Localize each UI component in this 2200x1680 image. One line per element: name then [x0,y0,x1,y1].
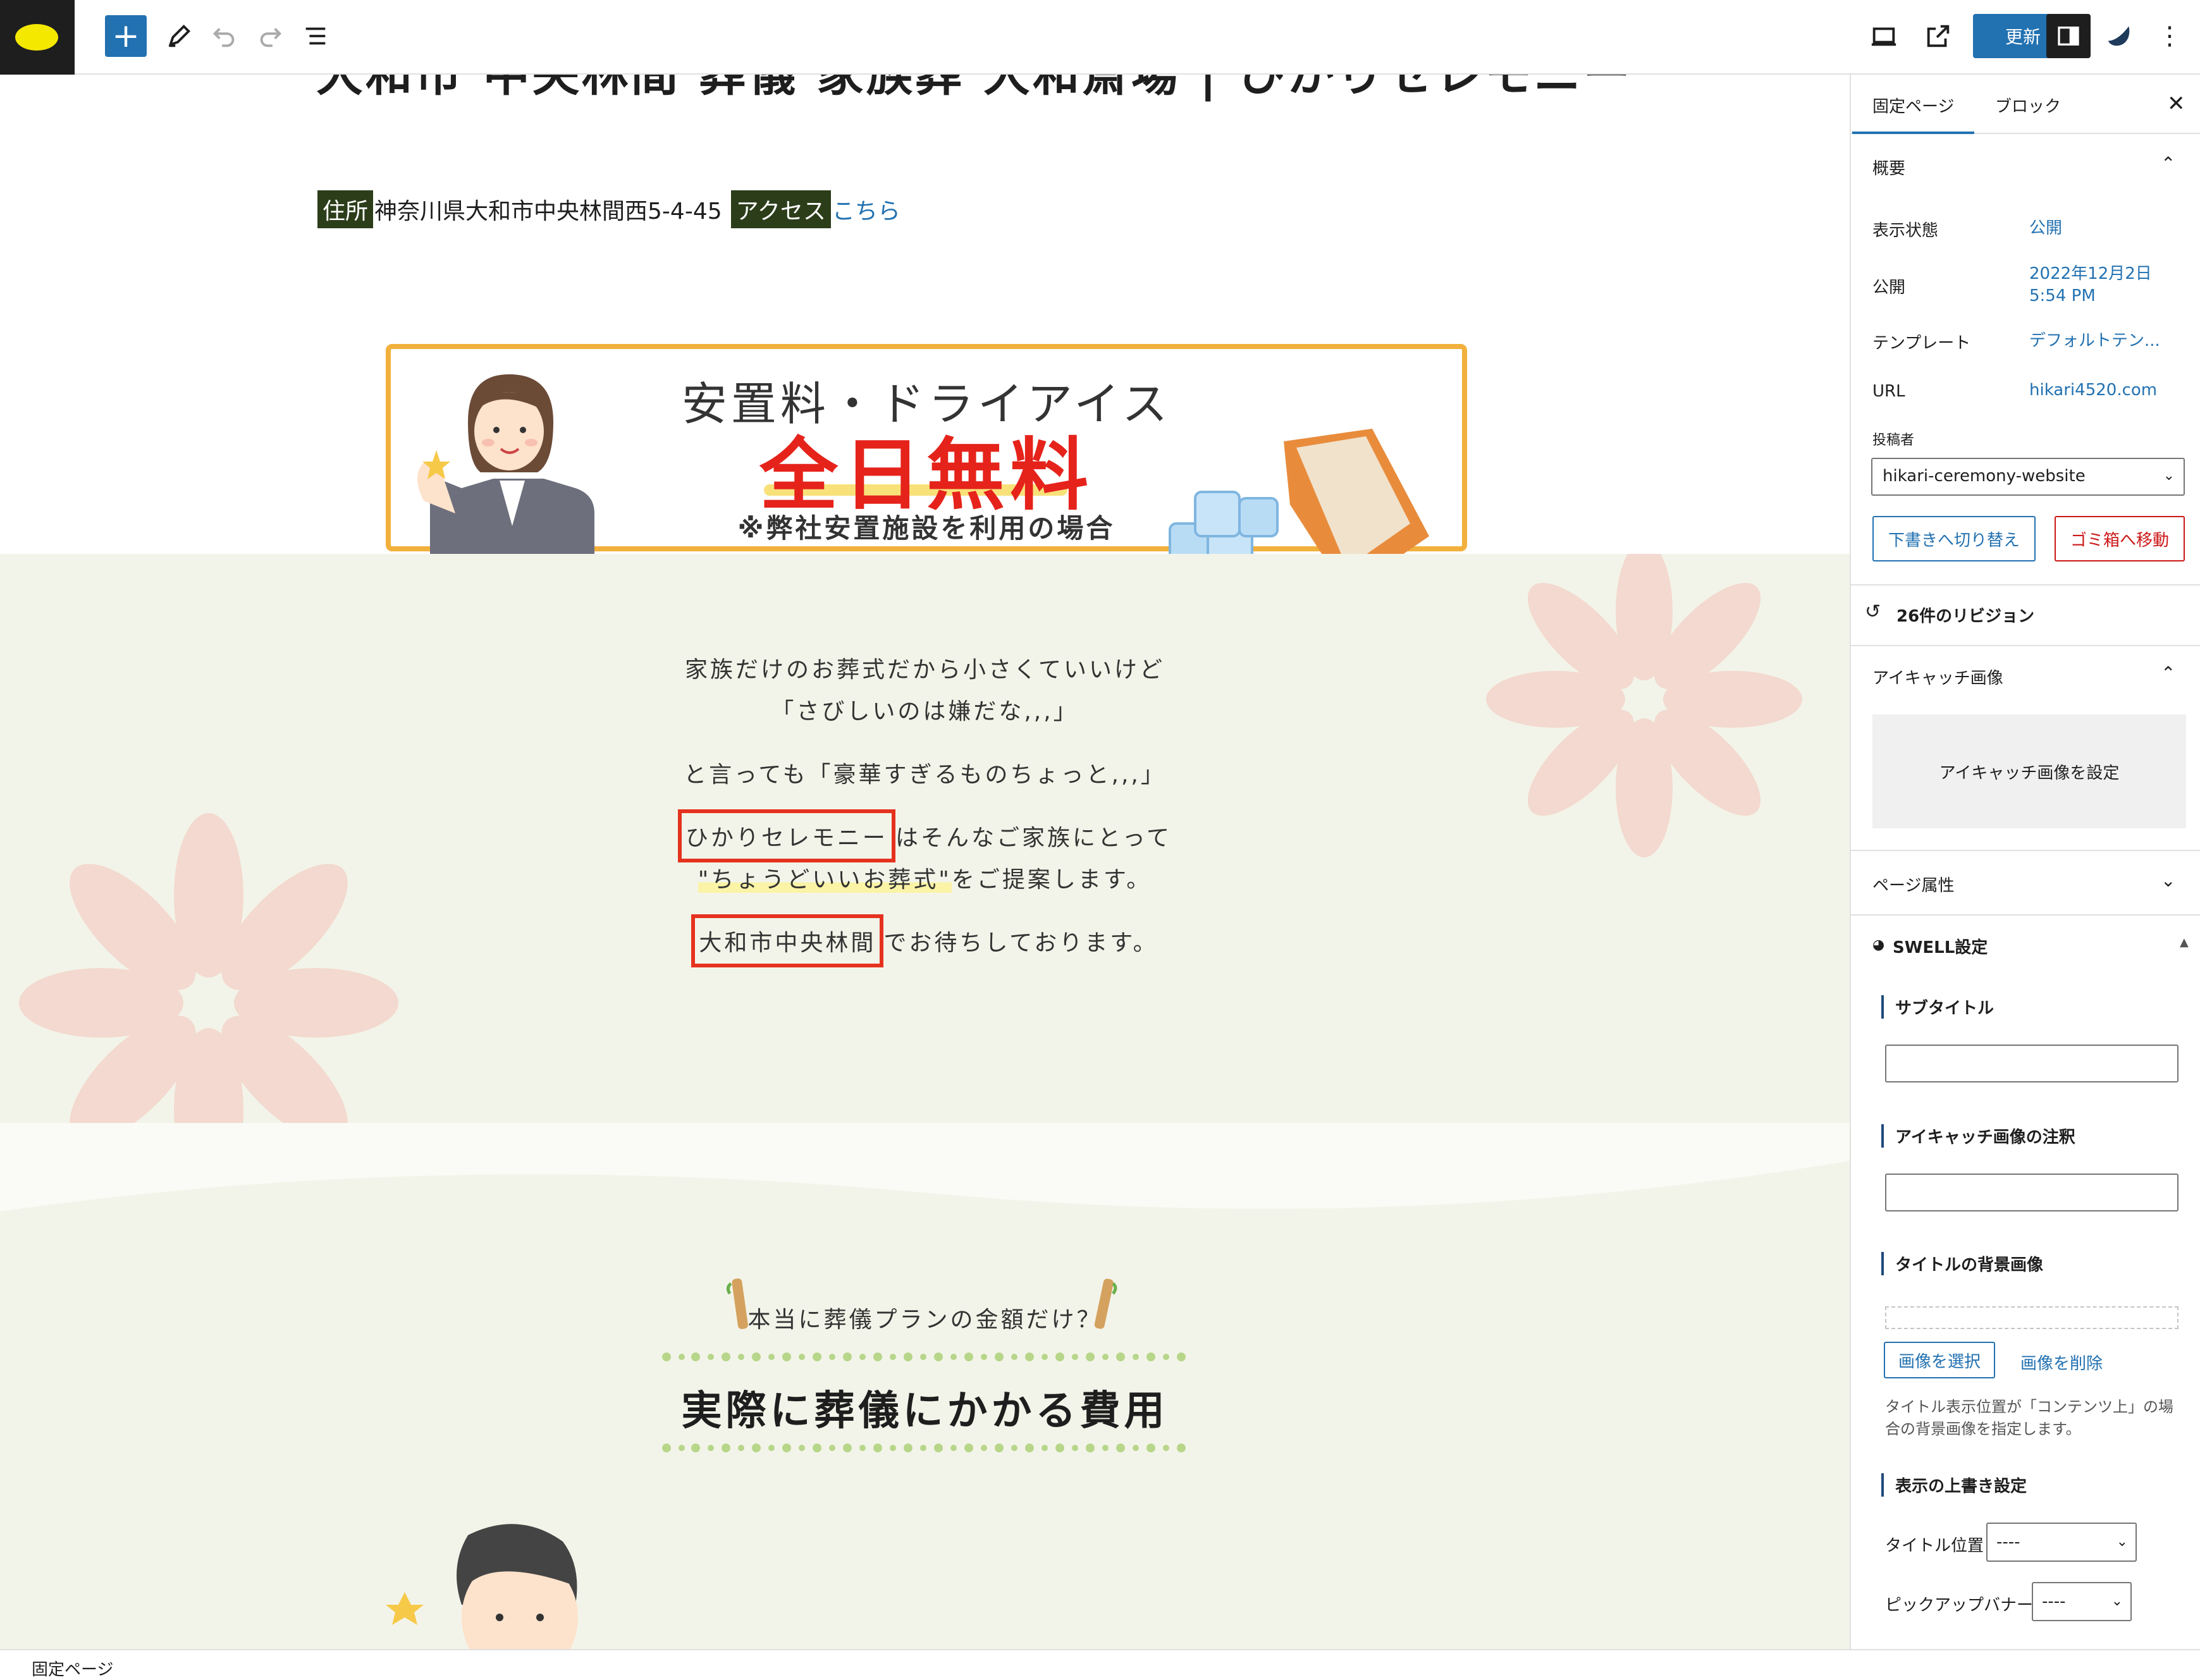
title-bg-preview [1885,1306,2178,1329]
featured-image-heading[interactable]: アイキャッチ画像 [1872,665,2003,689]
swell-icon: ◕ [1872,937,1885,953]
settings-sidebar: 固定ページ ブロック ✕ 概要 ⌃ 表示状態 公開 公開 2022年12月2日 … [1850,75,2200,1649]
message-p3-rest: はそんなご家族にとって [895,825,1172,851]
editor-toolbar: + 更新 ⋮ [0,0,2200,75]
chevron-up-icon[interactable]: ⌃ [2161,153,2175,174]
undo-icon[interactable] [202,14,247,58]
more-options-icon[interactable]: ⋮ [2148,14,2192,58]
settings-toggle-icon[interactable] [2046,14,2091,58]
address-tag: 住所 [317,190,374,228]
staff-man-illustration [386,1524,578,1649]
subtitle-input[interactable] [1885,1045,2178,1082]
message-p4: "ちょうどいいお葬式"をご提案します。 [0,861,1850,894]
featured-caption-label: アイキャッチ画像の注釈 [1881,1124,2075,1148]
chevron-down-icon: ⌄ [2116,1534,2128,1550]
footer-breadcrumb[interactable]: 固定ページ [32,1657,113,1680]
divider [1851,645,2200,646]
highlight-company-name: ひかりセレモニー [677,809,895,862]
sidebar-tabs: 固定ページ ブロック ✕ [1851,75,2200,134]
site-icon[interactable] [0,0,75,75]
url-label: URL [1872,382,1905,401]
section-wave [0,1123,1850,1211]
display-override-label: 表示の上書き設定 [1881,1473,2027,1497]
list-view-icon[interactable] [293,14,338,58]
url-value[interactable]: hikari4520.com [2029,379,2157,402]
page-title[interactable]: 大和市 中央林間 葬儀 家族葬 大和斎場 | ひかりセレモニー [316,75,1633,104]
visibility-label: 表示状態 [1872,221,1939,240]
editor-canvas[interactable]: 大和市 中央林間 葬儀 家族葬 大和斎場 | ひかりセレモニー 住所 神奈川県大… [0,75,1850,1649]
move-to-trash-button[interactable]: ゴミ箱へ移動 [2055,516,2185,561]
message-p3: ひかりセレモニー はそんなご家族にとって [0,809,1850,862]
divider [1851,850,2200,851]
title-bg-help: タイトル表示位置が「コンテンツ上」の場合の背景画像を指定します。 [1885,1398,2173,1438]
chevron-down-icon: ⌄ [2111,1593,2123,1609]
message-p5: 大和市中央林間 でお待ちしております。 [0,914,1850,967]
section-heading[interactable]: 実際に葬儀にかかる費用 [0,1378,1850,1437]
address-line[interactable]: 住所 神奈川県大和市中央林間西5-4-45 アクセス こちら [317,190,900,228]
pickup-banner-label: ピックアップバナー [1885,1596,2034,1615]
add-block-button[interactable]: + [105,15,147,57]
publish-label: 公開 [1872,278,1906,297]
revisions-link[interactable]: 26件のリビジョン [1896,603,2034,627]
subtitle-label: サブタイトル [1881,995,1994,1019]
highlight-location: 大和市中央林間 [691,914,884,967]
edit-tool-icon[interactable] [157,14,201,58]
preview-desktop-icon[interactable] [1862,14,1906,58]
remove-image-link[interactable]: 画像を削除 [2020,1351,2103,1374]
publish-date: 2022年12月2日 [2029,264,2152,283]
template-label: テンプレート [1872,334,1971,353]
author-value: hikari-ceremony-website [1883,467,2086,486]
address-text: 神奈川県大和市中央林間西5-4-45 [374,199,722,224]
redo-icon[interactable] [248,14,292,58]
site-logo-icon [15,24,58,51]
author-select[interactable]: hikari-ceremony-website ⌄ [1871,458,2185,496]
editor-footer: 固定ページ [0,1649,2200,1680]
select-image-button[interactable]: 画像を選択 [1884,1342,1995,1378]
title-bg-label: タイトルの背景画像 [1881,1252,2043,1275]
close-icon[interactable]: ✕ [2167,91,2185,116]
chevron-up-icon[interactable]: ⌃ [2161,663,2175,684]
dotted-divider-bottom [662,1444,1186,1452]
pickup-banner-select[interactable]: ---- ⌄ [2032,1582,2132,1621]
tab-block[interactable]: ブロック [1995,94,2061,117]
publish-time: 5:54 PM [2029,286,2096,306]
page-attributes-heading[interactable]: ページ属性 [1872,873,1954,896]
divider [1851,914,2200,916]
swell-settings-heading[interactable]: SWELL設定 [1893,935,1988,958]
title-position-select[interactable]: ---- ⌄ [1986,1523,2137,1562]
set-featured-image-button[interactable]: アイキャッチ画像を設定 [1872,714,2186,828]
title-position-value: ---- [1996,1533,2020,1552]
message-p1-line2: 「さびしいのは嫌だな,,,」 [771,699,1079,725]
access-link[interactable]: こちら [832,193,900,226]
chevron-down-icon: ⌄ [2163,468,2175,484]
message-p5-rest: でお待ちしております。 [883,930,1158,956]
message-p2: と言っても「豪華すぎるものちょっと,,,」 [684,762,1166,788]
template-value[interactable]: デフォルトテン... [2029,330,2160,352]
message-p4-quote: "ちょうどいいお葬式" [697,867,952,893]
access-tag: アクセス [730,190,831,228]
pickup-banner-value: ---- [2042,1592,2066,1611]
featured-caption-input[interactable] [1885,1174,2178,1211]
chevron-down-icon[interactable]: ⌄ [2161,870,2175,891]
divider [1851,584,2200,586]
visibility-value[interactable]: 公開 [2029,218,2062,240]
publish-value[interactable]: 2022年12月2日 5:54 PM [2029,263,2152,307]
swell-icon[interactable] [2097,14,2141,58]
summary-heading[interactable]: 概要 [1872,156,1905,179]
dotted-divider-top [662,1352,1186,1361]
revisions-icon: ↺ [1865,601,1881,623]
author-label: 投稿者 [1872,432,1915,448]
collapse-arrow-icon[interactable]: ▲ [2180,936,2189,949]
title-position-label: タイトル位置 [1885,1536,1984,1555]
message-p1-line1: 家族だけのお葬式だから小さくていいけど [685,657,1165,683]
view-page-icon[interactable] [1916,14,1960,58]
section-subheading[interactable]: 本当に葬儀プランの金額だけ？ [0,1301,1850,1334]
switch-to-draft-button[interactable]: 下書きへ切り替え [1872,516,2036,561]
tab-page[interactable]: 固定ページ [1852,94,1976,134]
message-p4-rest: をご提案します。 [951,867,1152,893]
